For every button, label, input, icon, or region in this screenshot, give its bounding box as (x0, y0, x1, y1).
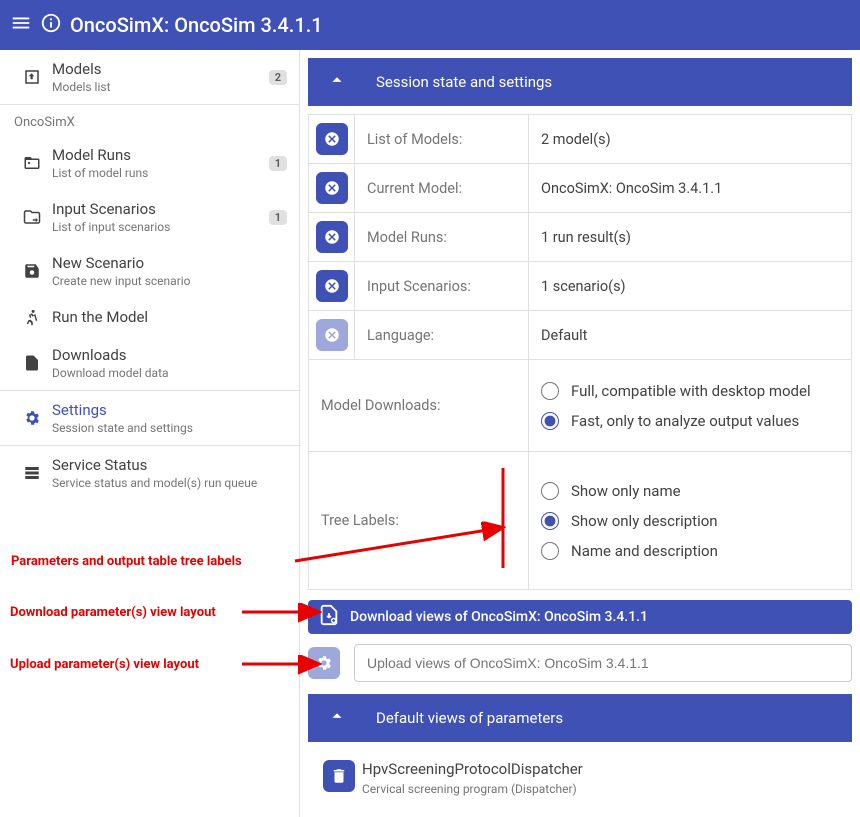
download-views-button[interactable]: Download views of OncoSimX: OncoSim 3.4.… (308, 600, 852, 634)
menu-icon[interactable] (10, 12, 32, 38)
param-view-row[interactable]: HpvScreeningProtocolDispatcher Cervical … (308, 750, 852, 806)
sidebar-item-models[interactable]: ModelsModels list 2 (0, 50, 299, 104)
row-label: Current Model: (355, 164, 529, 213)
models-badge: 2 (269, 70, 287, 85)
panel-session-header[interactable]: Session state and settings (308, 58, 852, 106)
param-view-name: HpvScreeningProtocolDispatcher (362, 760, 583, 778)
sidebar-item-settings[interactable]: SettingsSession state and settings (0, 391, 299, 445)
row-label: Model Downloads: (309, 360, 529, 452)
row-value: OncoSimX: OncoSim 3.4.1.1 (529, 164, 852, 213)
download-icon (12, 354, 52, 372)
upload-views-input[interactable] (354, 644, 852, 682)
sidebar-item-service-status[interactable]: Service StatusService status and model(s… (0, 446, 299, 500)
chevron-up-icon (326, 705, 348, 731)
row-label: Language: (355, 311, 529, 360)
home-icon (12, 68, 52, 86)
chevron-up-icon (326, 69, 348, 95)
radio-tree-both[interactable]: Name and description (541, 536, 839, 566)
upload-views-button[interactable] (308, 647, 340, 679)
runs-badge: 1 (269, 156, 287, 171)
clear-runs-button[interactable] (316, 221, 348, 253)
row-value: 2 model(s) (529, 115, 852, 164)
row-label: Model Runs: (355, 213, 529, 262)
info-icon[interactable] (40, 12, 62, 38)
sidebar-item-inputs[interactable]: Input ScenariosList of input scenarios 1 (0, 190, 299, 244)
row-value: 1 scenario(s) (529, 262, 852, 311)
inputs-icon (12, 208, 52, 226)
sidebar-project-label: OncoSimX (0, 105, 299, 136)
panel2-title: Default views of parameters (376, 709, 563, 727)
panel-title: Session state and settings (376, 73, 552, 91)
sidebar-item-downloads[interactable]: DownloadsDownload model data (0, 336, 299, 390)
sidebar-item-new-scenario[interactable]: New ScenarioCreate new input scenario (0, 244, 299, 298)
row-label: List of Models: (355, 115, 529, 164)
server-icon (12, 464, 52, 482)
sidebar-item-run-model[interactable]: Run the Model (0, 298, 299, 336)
clear-scenarios-button[interactable] (316, 270, 348, 302)
inputs-badge: 1 (269, 210, 287, 225)
delete-view-button[interactable] (323, 760, 355, 792)
row-value: 1 run result(s) (529, 213, 852, 262)
clear-models-button[interactable] (316, 123, 348, 155)
row-value: Default (529, 311, 852, 360)
app-title: OncoSimX: OncoSim 3.4.1.1 (70, 13, 323, 37)
clear-current-button[interactable] (316, 172, 348, 204)
row-label: Tree Labels: (309, 452, 529, 590)
radio-tree-name[interactable]: Show only name (541, 476, 839, 506)
radio-tree-desc[interactable]: Show only description (541, 506, 839, 536)
download-file-icon (318, 604, 340, 630)
new-icon (12, 262, 52, 280)
runs-icon (12, 154, 52, 172)
param-view-sub: Cervical screening program (Dispatcher) (362, 782, 583, 796)
run-icon (12, 308, 52, 326)
row-label: Input Scenarios: (355, 262, 529, 311)
radio-download-fast[interactable]: Fast, only to analyze output values (541, 406, 839, 436)
clear-language-button[interactable] (316, 319, 348, 351)
sidebar-item-runs[interactable]: Model RunsList of model runs 1 (0, 136, 299, 190)
gear-icon (12, 409, 52, 427)
download-views-label: Download views of OncoSimX: OncoSim 3.4.… (350, 609, 648, 625)
panel-default-views-header[interactable]: Default views of parameters (308, 694, 852, 742)
sidebar: ModelsModels list 2 OncoSimX Model RunsL… (0, 50, 300, 817)
radio-download-full[interactable]: Full, compatible with desktop model (541, 376, 839, 406)
